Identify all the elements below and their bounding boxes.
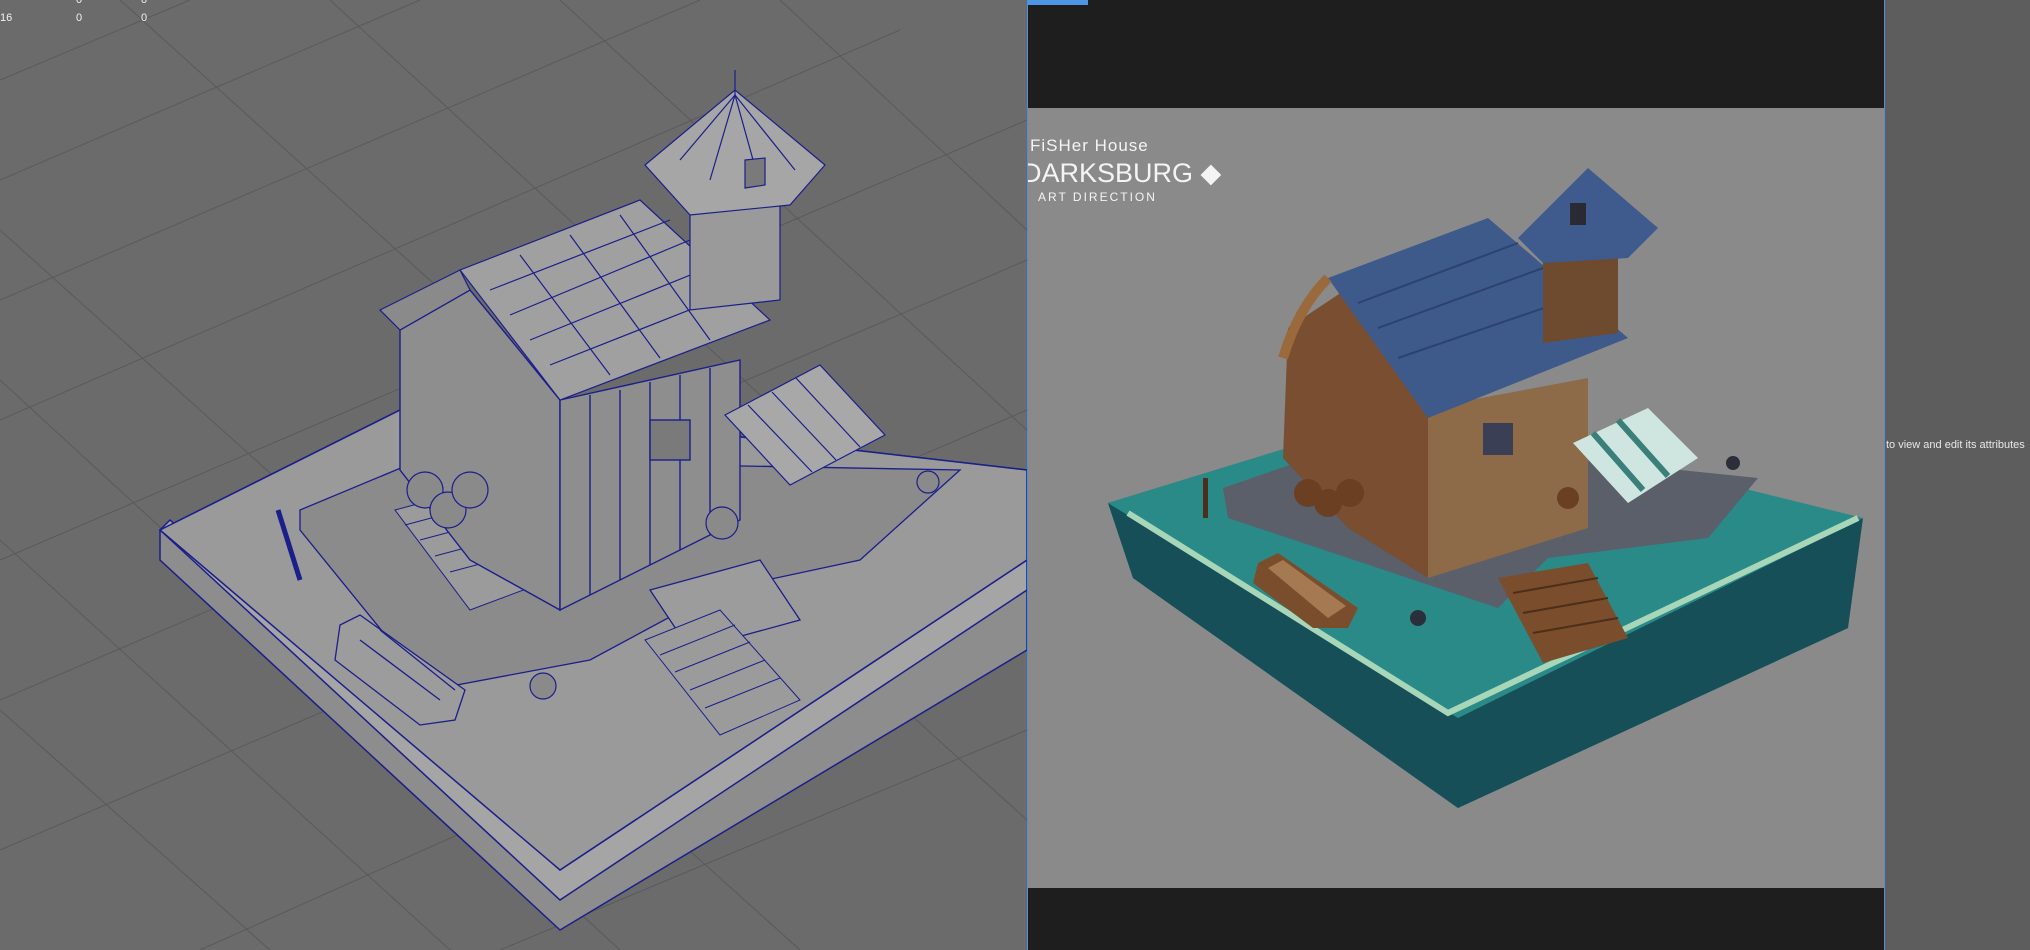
concept-art [1108, 168, 1863, 808]
wireframe-scene [0, 0, 1027, 950]
attribute-editor-panel: to view and edit its attributes [1886, 0, 2030, 950]
viewport-3d[interactable]: 0 0 16 0 0 [0, 0, 1027, 950]
reference-image: FiSHer House DARKSBURG ◆ ART DIRECTION [1028, 108, 1884, 888]
attribute-editor-hint: to view and edit its attributes [1886, 439, 2025, 451]
art-title-line3: ART DIRECTION [1038, 190, 1157, 204]
panel-tab-indicator[interactable] [1028, 0, 1088, 5]
reference-image-panel[interactable]: FiSHer House DARKSBURG ◆ ART DIRECTION [1027, 0, 1885, 950]
art-title-line1: FiSHer House [1030, 136, 1149, 155]
art-title-line2: DARKSBURG ◆ [1028, 158, 1222, 188]
